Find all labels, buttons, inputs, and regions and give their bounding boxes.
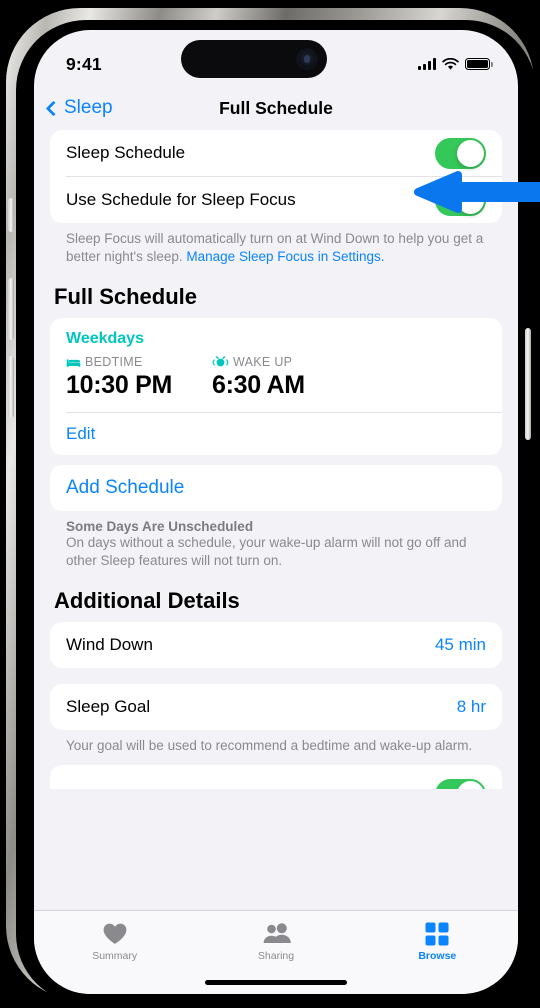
tab-browse[interactable]: Browse	[357, 911, 518, 994]
sleep-goal-value: 8 hr	[456, 697, 486, 716]
status-bar-indicators	[418, 57, 493, 71]
volume-down-button[interactable]	[8, 356, 14, 418]
sleep-schedule-row[interactable]: Sleep Schedule	[50, 130, 502, 176]
toggle-knob	[457, 139, 484, 167]
bedtime-value: 10:30 PM	[66, 371, 172, 399]
weekdays-label: Weekdays	[66, 330, 144, 347]
edit-schedule-row[interactable]: Edit	[50, 413, 502, 455]
partially-visible-toggle[interactable]	[435, 779, 486, 789]
bedtime-column: BEDTIME 10:30 PM	[66, 354, 212, 400]
wind-down-value: 45 min	[434, 635, 486, 654]
heart-icon	[102, 920, 128, 947]
weekdays-schedule-card: Weekdays BEDTIME 10:30 PM WAKE UP 6:30 A…	[50, 318, 502, 455]
unscheduled-footnote-text: On days without a schedule, your wake-up…	[66, 535, 467, 568]
sleep-schedule-toggle[interactable]	[435, 137, 486, 169]
alarm-clock-icon	[212, 356, 229, 367]
front-camera-icon	[298, 50, 316, 68]
manage-sleep-focus-link[interactable]: Manage Sleep Focus in Settings.	[186, 249, 384, 264]
unscheduled-footnote-title: Some Days Are Unscheduled	[66, 519, 254, 534]
additional-details-section-title: Additional Details	[54, 588, 240, 613]
tab-summary[interactable]: Summary	[34, 911, 195, 994]
use-schedule-for-sleep-focus-label: Use Schedule for Sleep Focus	[66, 190, 296, 209]
settings-scroll-view[interactable]: Sleep Schedule Use Schedule for Sleep Fo…	[34, 130, 518, 920]
sleep-goal-footnote: Your goal will be used to recommend a be…	[66, 738, 473, 753]
wind-down-card: Wind Down 45 min	[50, 622, 502, 668]
add-schedule-row[interactable]: Add Schedule	[50, 465, 502, 511]
use-schedule-for-sleep-focus-row[interactable]: Use Schedule for Sleep Focus	[50, 177, 502, 223]
sleep-focus-toggle[interactable]	[435, 184, 486, 216]
dynamic-island	[181, 40, 327, 78]
volume-up-button[interactable]	[8, 278, 14, 340]
schedule-summary[interactable]: Weekdays BEDTIME 10:30 PM WAKE UP 6:30 A…	[50, 318, 502, 412]
action-button[interactable]	[8, 198, 14, 232]
phone-screen: 9:41 Sleep Full Schedule Sleep Schedule …	[34, 30, 518, 994]
times-grid: BEDTIME 10:30 PM WAKE UP 6:30 AM	[66, 354, 486, 400]
toggle-knob	[457, 186, 484, 214]
sleep-goal-label: Sleep Goal	[66, 697, 151, 716]
wake-up-caption-row: WAKE UP	[212, 354, 358, 370]
sleep-goal-card: Sleep Goal 8 hr	[50, 684, 502, 730]
partially-visible-setting-card[interactable]	[50, 765, 502, 789]
full-schedule-section-title: Full Schedule	[54, 284, 198, 309]
wake-up-value: 6:30 AM	[212, 371, 305, 399]
home-indicator[interactable]	[205, 980, 347, 985]
wake-up-caption: WAKE UP	[233, 355, 293, 369]
power-button[interactable]	[525, 328, 531, 440]
sleep-schedule-card: Sleep Schedule Use Schedule for Sleep Fo…	[50, 130, 502, 223]
wake-up-column: WAKE UP 6:30 AM	[212, 354, 358, 400]
wifi-icon	[442, 57, 459, 70]
tab-sharing-label: Sharing	[257, 950, 295, 962]
battery-full-icon	[465, 57, 493, 71]
bed-icon	[66, 358, 81, 367]
add-schedule-label: Add Schedule	[66, 477, 185, 498]
edit-label: Edit	[66, 424, 96, 443]
grid-squares-icon	[425, 920, 449, 947]
wind-down-label: Wind Down	[66, 635, 153, 654]
people-icon	[261, 920, 291, 947]
add-schedule-card[interactable]: Add Schedule	[50, 465, 502, 511]
page-title: Full Schedule	[219, 97, 333, 118]
status-bar-time: 9:41	[66, 53, 102, 74]
sleep-schedule-label: Sleep Schedule	[66, 143, 186, 162]
bedtime-caption: BEDTIME	[85, 355, 143, 369]
cellular-bars-icon	[418, 58, 436, 70]
wind-down-row[interactable]: Wind Down 45 min	[50, 622, 502, 668]
sleep-focus-footnote: Sleep Focus will automatically turn on a…	[50, 223, 502, 266]
toggle-knob	[457, 781, 484, 789]
navigation-bar: Sleep Full Schedule	[34, 86, 518, 130]
tab-browse-label: Browse	[418, 950, 457, 962]
bedtime-caption-row: BEDTIME	[66, 354, 212, 370]
phone-frame: 9:41 Sleep Full Schedule Sleep Schedule …	[6, 8, 536, 1004]
tab-summary-label: Summary	[92, 950, 138, 962]
sleep-goal-row[interactable]: Sleep Goal 8 hr	[50, 684, 502, 730]
